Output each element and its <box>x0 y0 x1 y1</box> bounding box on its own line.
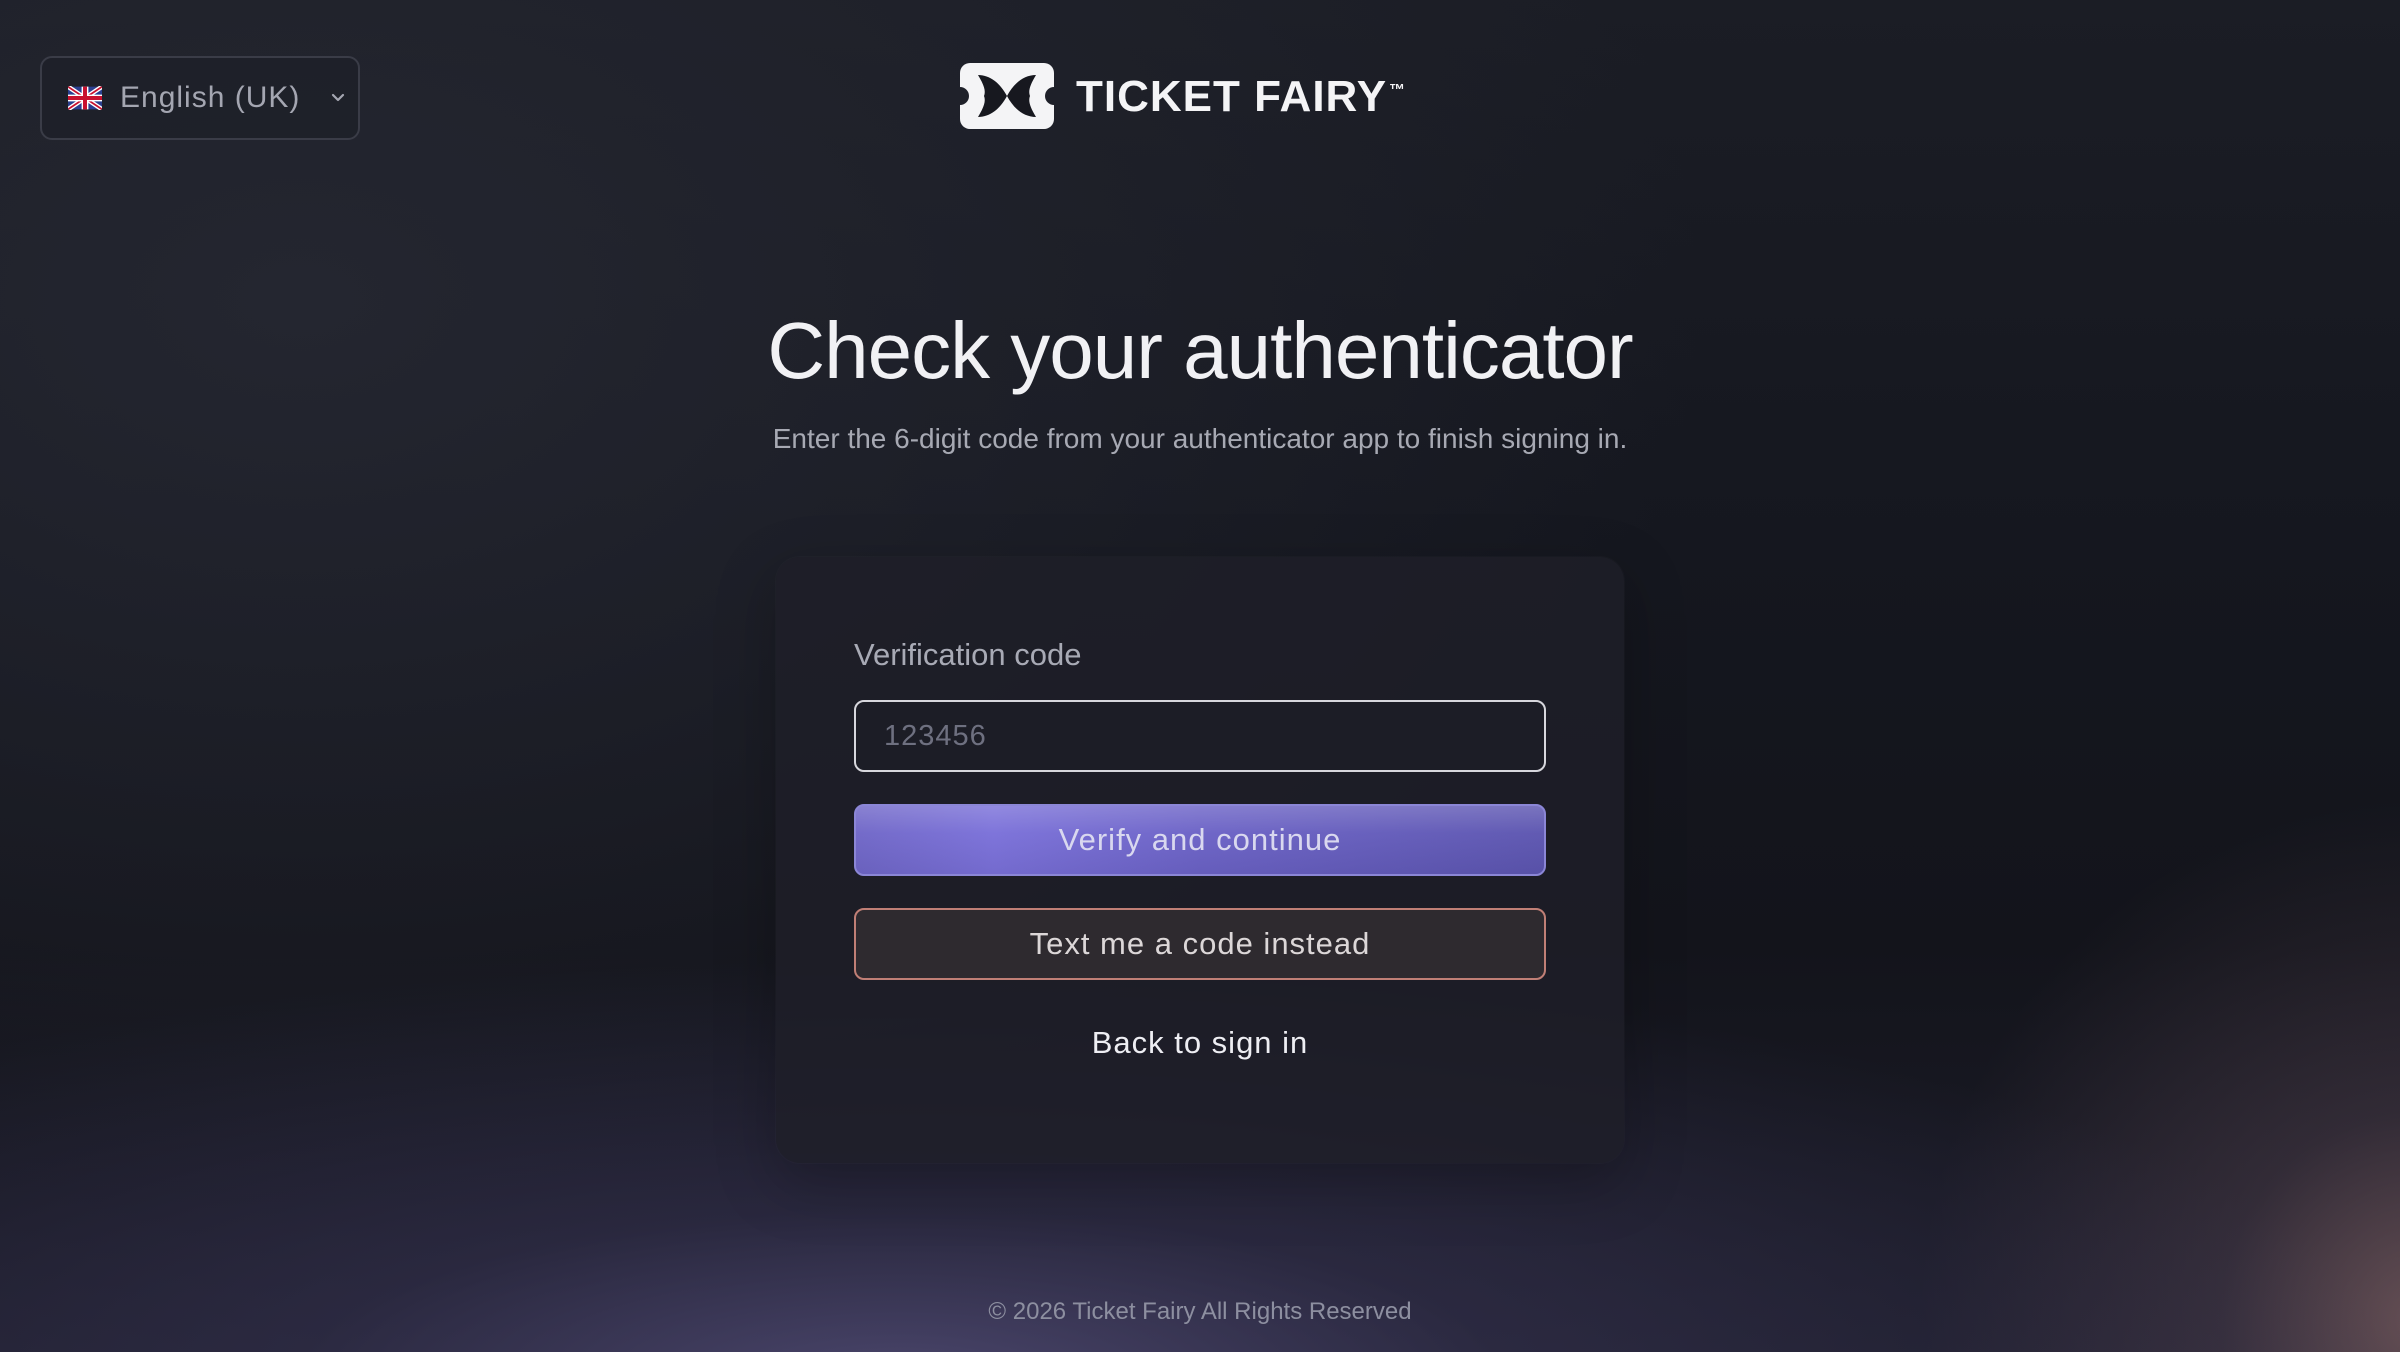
uk-flag-icon <box>68 86 102 110</box>
text-code-button[interactable]: Text me a code instead <box>854 908 1546 980</box>
verification-card: Verification code Verify and continue Te… <box>776 557 1624 1163</box>
verify-button[interactable]: Verify and continue <box>854 804 1546 876</box>
back-to-sign-in-link[interactable]: Back to sign in <box>776 1025 1624 1061</box>
brand-name: TICKET FAIRY ™ <box>1076 72 1407 121</box>
chevron-down-icon <box>326 86 350 110</box>
verification-code-input[interactable] <box>854 700 1546 772</box>
page-subtitle: Enter the 6-digit code from your authent… <box>772 423 1628 454</box>
verification-code-label: Verification code <box>854 637 1082 672</box>
ticket-fairy-logo-icon <box>960 63 1054 129</box>
trademark-symbol: ™ <box>1389 82 1407 99</box>
page-title: Check your authenticator <box>767 306 1633 395</box>
language-selector[interactable]: English (UK) <box>40 56 360 140</box>
language-label: English (UK) <box>120 81 301 114</box>
footer-copyright: © 2026 Ticket Fairy All Rights Reserved <box>988 1298 1412 1325</box>
brand-logo[interactable]: TICKET FAIRY ™ <box>960 62 1407 130</box>
